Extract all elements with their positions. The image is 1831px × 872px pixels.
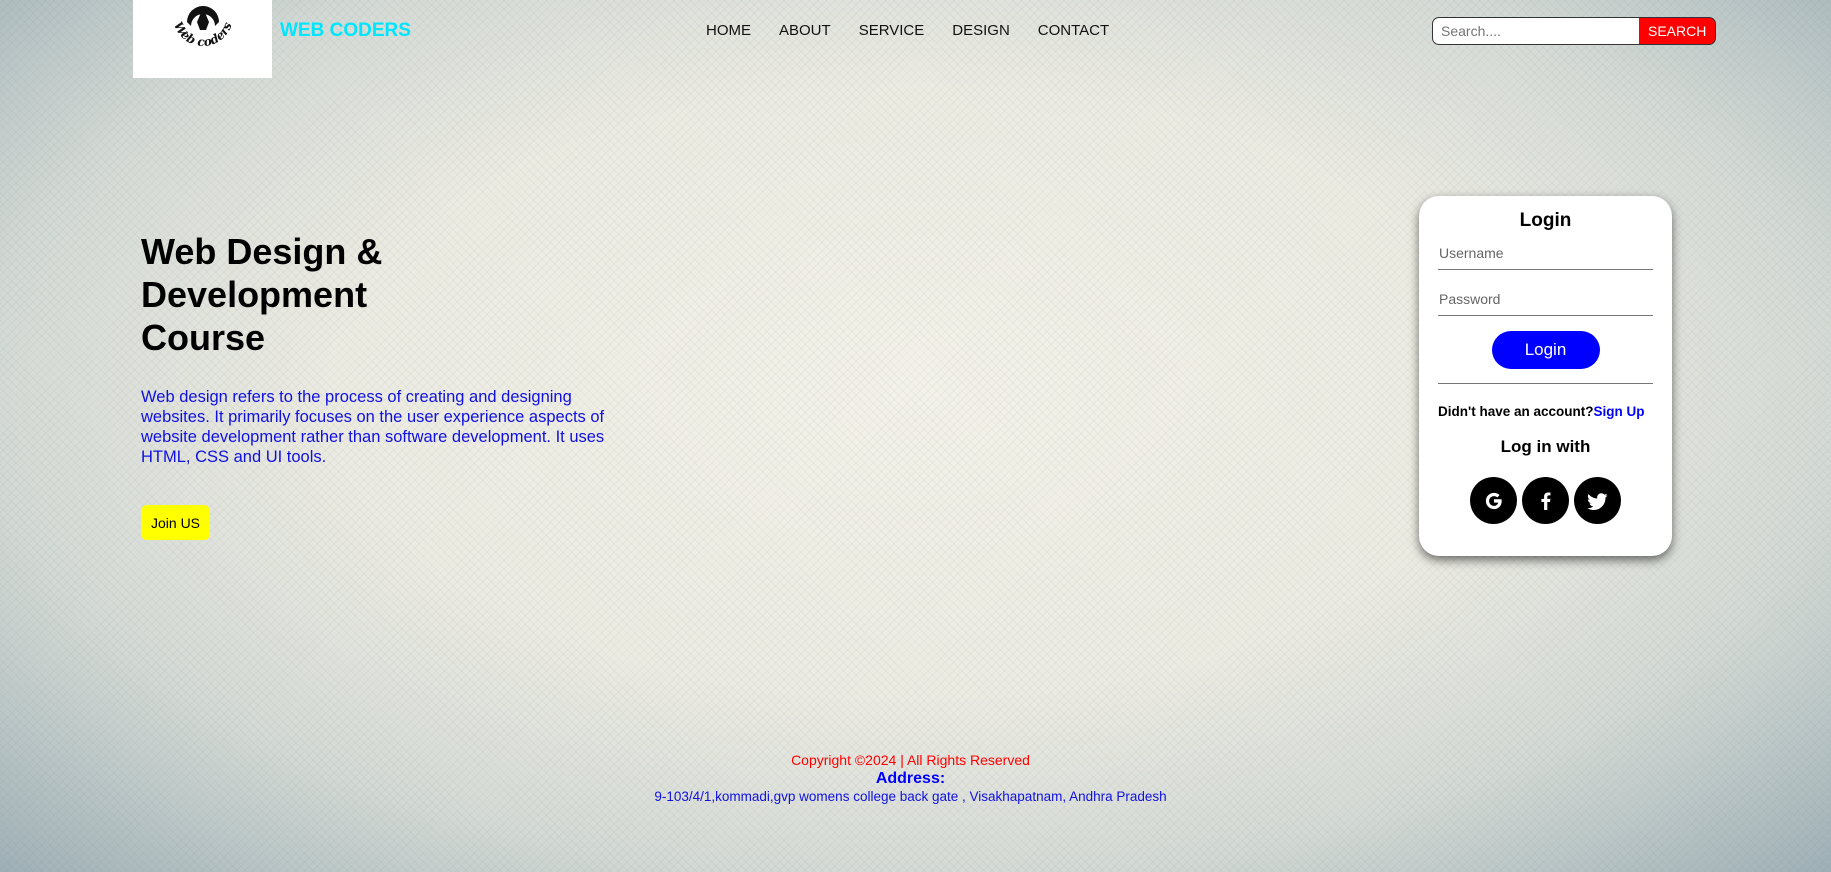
hero-title-line-2: Development (141, 274, 368, 315)
login-button[interactable]: Login (1491, 331, 1600, 369)
login-card: Login Login Didn't have an account?Sign … (1419, 196, 1672, 556)
search-input[interactable] (1432, 17, 1639, 45)
nav-design[interactable]: DESIGN (952, 22, 1010, 39)
username-field[interactable] (1438, 241, 1653, 270)
google-login-button[interactable] (1470, 477, 1517, 524)
copyright-text: Copyright ©2024 | All Rights Reserved (791, 752, 1030, 768)
login-title: Login (1519, 210, 1572, 231)
search-bar: SEARCH (1432, 17, 1717, 45)
signup-prompt: Didn't have an account?Sign Up (1438, 404, 1653, 419)
nav-about[interactable]: ABOUT (779, 22, 831, 39)
password-field[interactable] (1438, 287, 1653, 316)
logo[interactable]: Web coders (133, 0, 272, 78)
twitter-icon (1586, 492, 1607, 510)
login-with-heading: Log in with (1500, 437, 1591, 456)
hero-title: Web Design & Development Course (141, 230, 461, 359)
hero-title-line-3: Course (141, 317, 266, 358)
logo-graphic: Web coders (170, 6, 234, 49)
nav-contact[interactable]: CONTACT (1038, 22, 1109, 39)
signup-link[interactable]: Sign Up (1593, 404, 1644, 419)
search-button[interactable]: SEARCH (1639, 17, 1717, 45)
twitter-login-button[interactable] (1574, 477, 1621, 524)
hero-description: Web design refers to the process of crea… (141, 388, 605, 466)
nav-service[interactable]: SERVICE (859, 22, 925, 39)
facebook-icon (1540, 492, 1550, 510)
social-login-buttons (1438, 477, 1653, 524)
no-account-text: Didn't have an account? (1438, 404, 1594, 419)
join-us-button[interactable]: Join US (141, 505, 211, 540)
login-divider (1438, 383, 1653, 384)
nav-home[interactable]: HOME (706, 22, 751, 39)
hero-title-line-1: Web Design & (141, 231, 383, 272)
facebook-login-button[interactable] (1522, 477, 1569, 524)
main-nav: HOME ABOUT SERVICE DESIGN CONTACT (706, 22, 1109, 39)
google-icon (1485, 492, 1502, 509)
footer: Copyright ©2024 | All Rights Reserved Ad… (0, 752, 1821, 805)
brand-name: WEB CODERS (280, 20, 411, 41)
address-label: Address: (875, 770, 946, 787)
address-text: 9-103/4/1,kommadi,gvp womens college bac… (654, 789, 1167, 804)
